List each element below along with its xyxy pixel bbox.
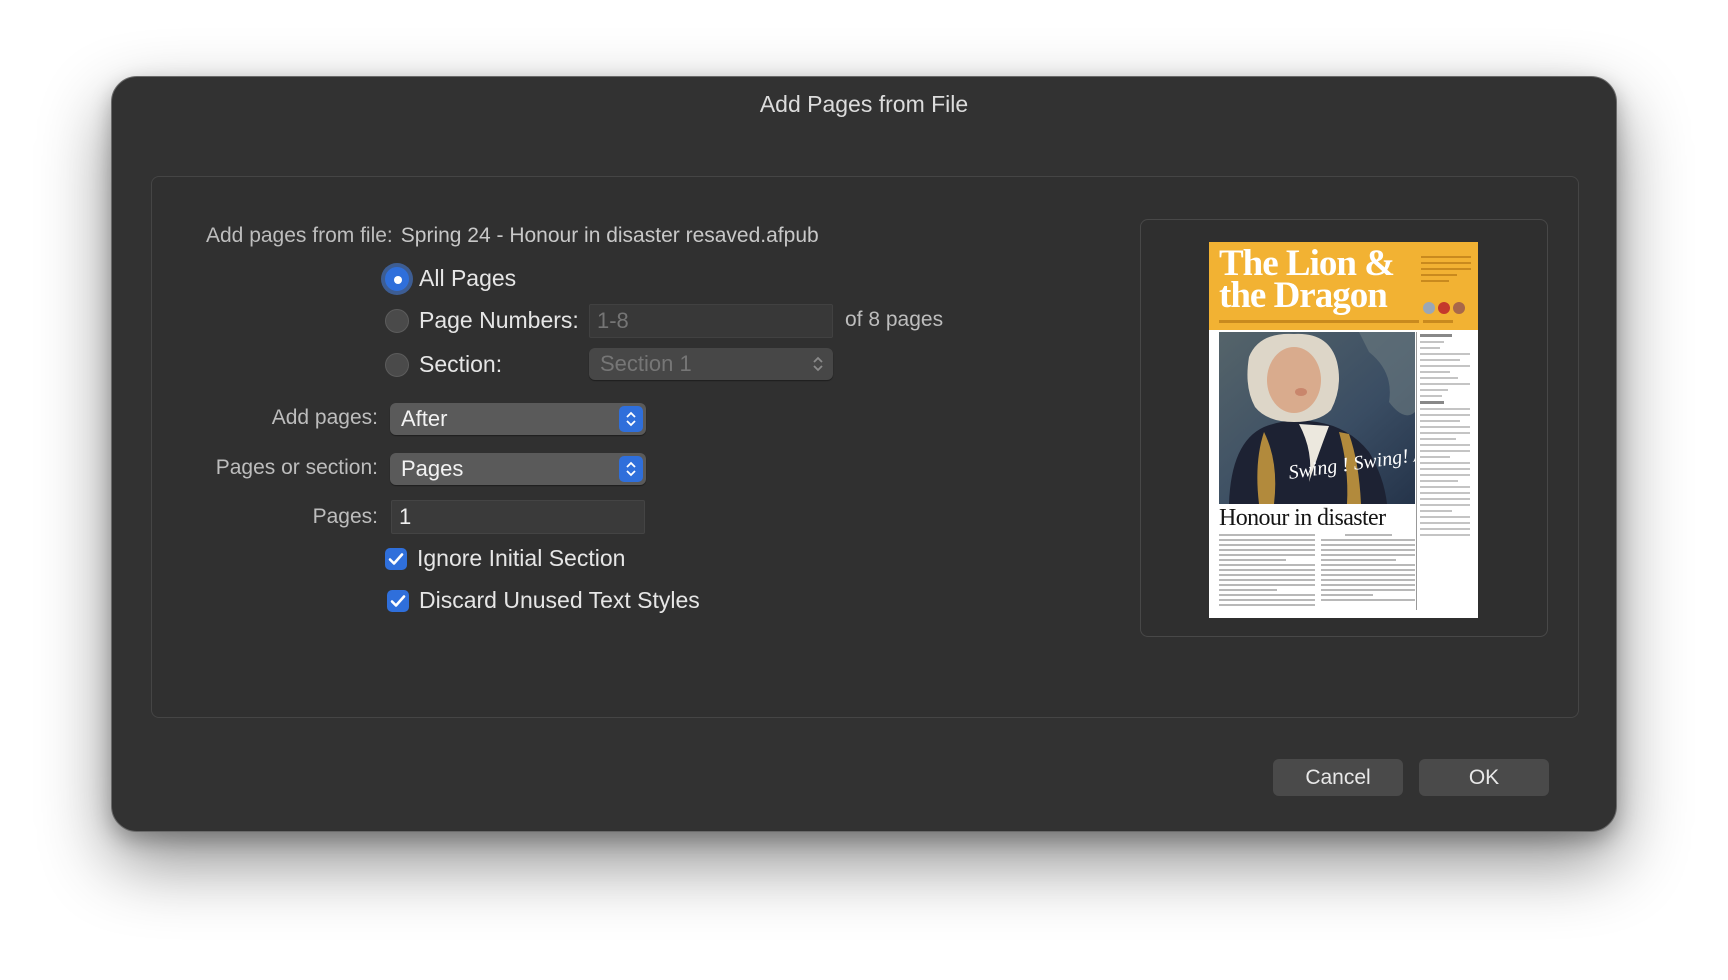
pages-count-input[interactable] [391, 500, 645, 534]
dialog-title: Add Pages from File [759, 91, 969, 117]
source-file-row: Add pages from file: Spring 24 - Honour i… [206, 224, 819, 248]
masthead-badges [1423, 302, 1468, 314]
add-pages-select[interactable]: After [390, 403, 646, 435]
ignore-initial-section-label: Ignore Initial Section [417, 545, 626, 571]
page-preview-frame: The Lion & the Dragon Swing ! Swing! Adm… [1140, 219, 1548, 637]
chevron-updown-icon [619, 406, 643, 432]
column-divider [1416, 332, 1417, 610]
cover-headline: Honour in disaster [1219, 505, 1386, 531]
article-column-1 [1219, 534, 1315, 609]
masthead-tagline [1219, 320, 1419, 323]
all-pages-label: All Pages [419, 265, 517, 291]
masthead-title: The Lion & the Dragon [1219, 243, 1395, 316]
section-label: Section: [419, 351, 503, 377]
section-select-value: Section 1 [600, 351, 692, 376]
ignore-initial-section-option[interactable]: Ignore Initial Section [385, 545, 625, 572]
chevron-updown-icon [806, 351, 830, 377]
pages-count-label: Pages: [312, 505, 378, 528]
cancel-button[interactable]: Cancel [1273, 759, 1403, 796]
portrait-image: Swing ! Swing! Admiral Byng! [1219, 332, 1415, 504]
masthead-banner: The Lion & the Dragon [1209, 242, 1478, 330]
masthead-date [1423, 320, 1453, 323]
article-column-2 [1321, 534, 1415, 604]
pages-or-section-select[interactable]: Pages [390, 453, 646, 485]
options-panel: Add pages from file: Spring 24 - Honour i… [151, 176, 1579, 718]
all-pages-option[interactable]: All Pages [385, 265, 516, 292]
masthead-sidebar-text [1421, 256, 1471, 286]
pages-or-section-select-value: Pages [401, 456, 464, 481]
contents-sidebar [1420, 334, 1470, 540]
checkmark-icon [390, 594, 406, 607]
section-radio[interactable] [385, 352, 409, 377]
add-pages-label: Add pages: [271, 406, 378, 429]
page-numbers-input[interactable] [589, 304, 833, 338]
page-thumbnail: The Lion & the Dragon Swing ! Swing! Adm… [1209, 242, 1478, 618]
section-option[interactable]: Section: [385, 351, 502, 378]
page-numbers-label: Page Numbers: [419, 307, 579, 333]
source-file-name: Spring 24 - Honour in disaster resaved.a… [400, 224, 819, 247]
checkmark-icon [388, 552, 404, 565]
page-numbers-option[interactable]: Page Numbers: [385, 307, 579, 334]
add-pages-select-value: After [401, 406, 448, 431]
ignore-initial-section-checkbox[interactable] [385, 547, 407, 570]
chevron-updown-icon [619, 456, 643, 482]
page-numbers-radio[interactable] [385, 308, 409, 333]
all-pages-radio[interactable] [385, 266, 409, 291]
discard-unused-text-styles-label: Discard Unused Text Styles [419, 587, 700, 613]
discard-unused-text-styles-option[interactable]: Discard Unused Text Styles [387, 587, 700, 614]
total-pages-text: of 8 pages [845, 308, 944, 331]
ok-button[interactable]: OK [1419, 759, 1549, 796]
pages-or-section-label: Pages or section: [215, 456, 378, 479]
add-pages-dialog: Add Pages from File Add pages from file:… [111, 76, 1617, 832]
section-select[interactable]: Section 1 [589, 348, 833, 380]
discard-unused-text-styles-checkbox[interactable] [387, 589, 409, 612]
source-file-label: Add pages from file: [206, 224, 393, 247]
